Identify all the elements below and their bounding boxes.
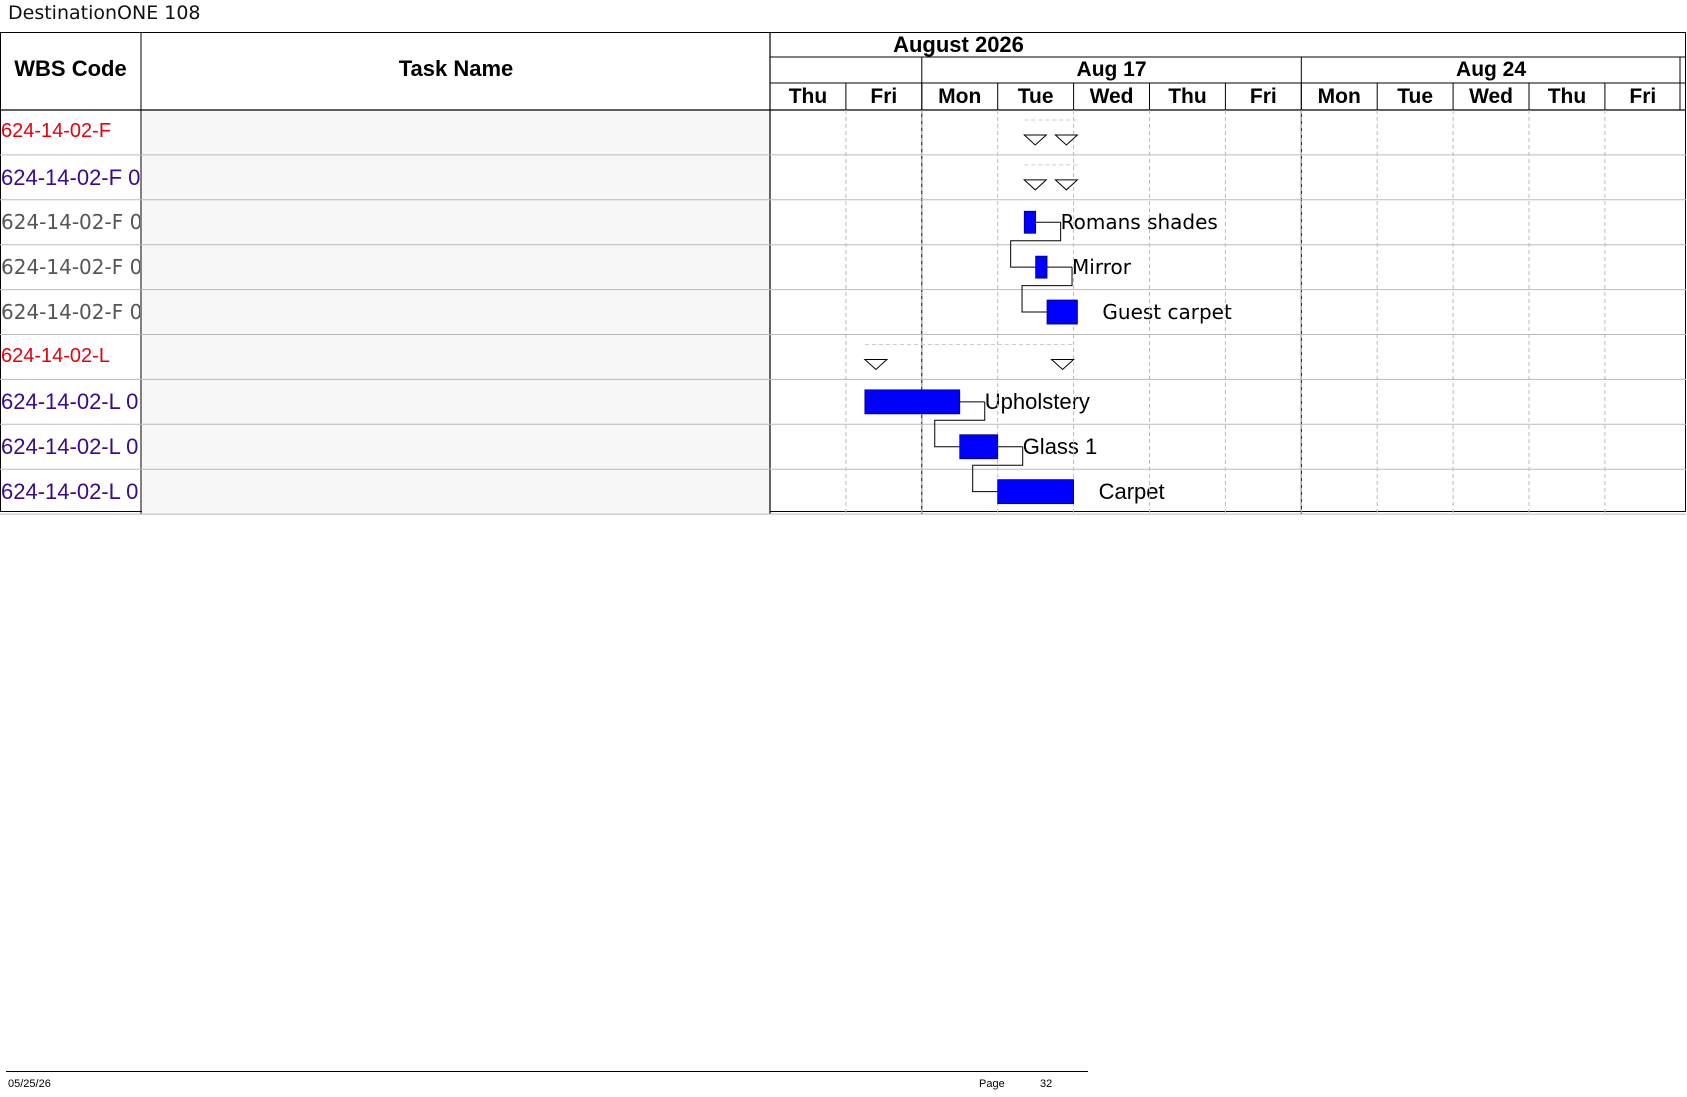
footer-rule [6, 1071, 1088, 1072]
wbs-code-cell[interactable]: 624-14-02-F 01 [1, 255, 140, 279]
wbs-column-header[interactable]: WBS Code [0, 56, 141, 82]
timescale-day-fri: Fri [1629, 85, 1657, 108]
footer-page-label: Page [979, 1078, 1005, 1090]
task-bar-label: Carpet [1098, 479, 1165, 505]
wbs-code-cell[interactable]: 624-14-02-L [1, 345, 140, 368]
timescale-day-tue: Tue [1017, 85, 1054, 108]
timescale-day-wed: Wed [1469, 85, 1514, 108]
task-name-cell[interactable]: Install carpet [244, 479, 369, 505]
wbs-code-cell[interactable]: 624-14-02-F 01 [1, 300, 140, 324]
wbs-code-cell[interactable]: 624-14-02-F 01 [1, 210, 140, 234]
task-bar-label: Guest carpet [1102, 299, 1232, 324]
task-name-cell[interactable]: Interior Decor [224, 120, 345, 143]
timescale-day-thu: Thu [1168, 85, 1207, 108]
timescale-day-thu: Thu [788, 85, 828, 108]
document-title: DestinationONE 108 [8, 2, 201, 24]
timescale-day-fri: Fri [1249, 85, 1277, 108]
timescale-day-wed: Wed [1089, 85, 1134, 108]
task-name-cell[interactable]: Labor [224, 345, 275, 368]
task-column-header[interactable]: Task Name [142, 56, 770, 82]
timescale-day-thu: Thu [1547, 85, 1587, 108]
wbs-code-cell[interactable]: 624-14-02-L 01 [1, 389, 140, 415]
task-bar-label: Upholstery [984, 389, 1090, 415]
task-name-cell[interactable]: Mirror/glass [264, 255, 381, 279]
task-name-cell[interactable]: Finishes [244, 165, 326, 191]
wbs-code-cell[interactable]: 624-14-02-L 01 [1, 479, 140, 505]
task-name-cell[interactable]: Install window treatments [244, 389, 491, 415]
wbs-code-cell[interactable]: 624-14-02-F [1, 120, 140, 143]
footer-page-number: 32 [1040, 1078, 1053, 1090]
timescale-day-tue: Tue [1397, 85, 1434, 108]
task-name-cell[interactable]: Roman shades [264, 210, 411, 234]
task-name-cell[interactable]: Install closet mirror [244, 434, 429, 460]
timescale-day-fri: Fri [870, 85, 898, 108]
timescale-day-mon: Mon [1317, 85, 1361, 108]
wbs-code-cell[interactable]: 624-14-02-F 01 [1, 165, 140, 191]
task-bar-label: Mirror [1072, 254, 1131, 279]
timescale-week: Aug 24 [1456, 58, 1527, 81]
task-bar-label: Glass 1 [1022, 434, 1098, 460]
task-name-cell[interactable]: Carpet [264, 300, 331, 324]
footer-date: 05/25/26 [8, 1078, 51, 1090]
timescale-month: August 2026 [893, 32, 1024, 57]
wbs-code-cell[interactable]: 624-14-02-L 01 [1, 434, 140, 460]
timescale-day-mon: Mon [938, 85, 982, 108]
timescale-week: Aug 17 [1076, 58, 1147, 81]
task-bar-label: Romans shades [1060, 209, 1218, 234]
